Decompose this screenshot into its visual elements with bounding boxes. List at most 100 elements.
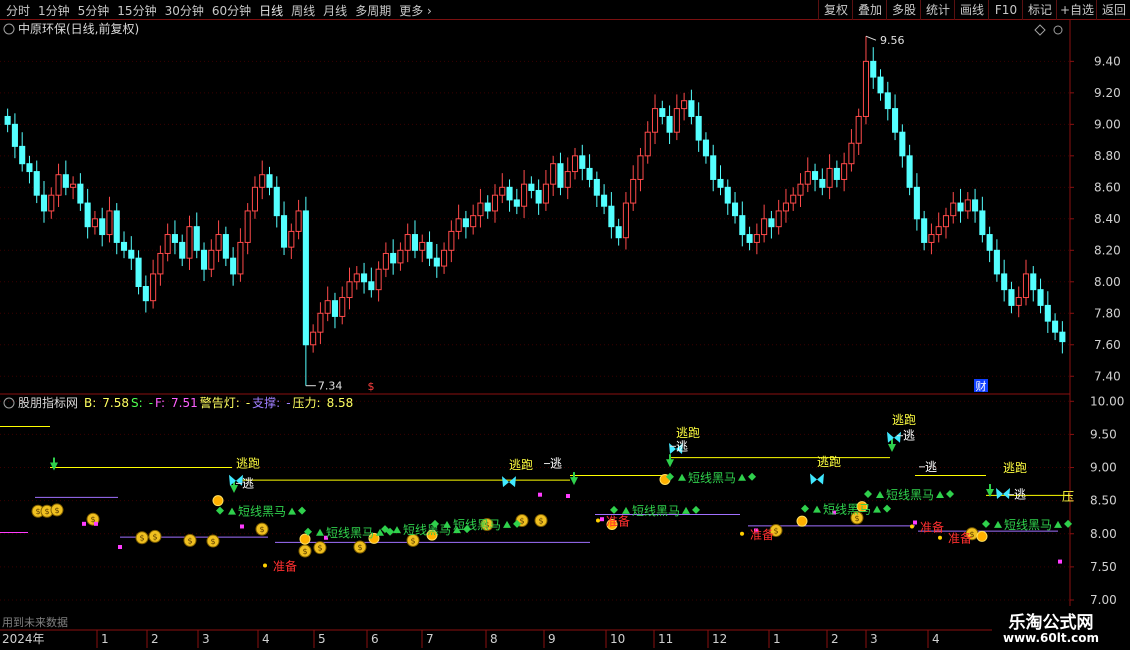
duanxian-heima-label: 短线黑马: [238, 505, 286, 519]
ind-y-tick-2: 9.00: [1090, 461, 1117, 475]
candle-body: [637, 155, 644, 180]
money-bag-symbol: $: [773, 526, 778, 535]
green-arrow-icon: [666, 459, 674, 468]
candle-body: [77, 183, 84, 204]
magenta-dot: [600, 517, 604, 522]
future-data-note: 用到未来数据: [2, 615, 68, 629]
main-chart-title: 中原环保(日线,前复权): [18, 21, 139, 36]
ind-s-label: S:: [131, 396, 143, 410]
candle-body: [237, 241, 244, 275]
magenta-dot: [566, 494, 570, 499]
candle-body: [797, 183, 804, 196]
money-bag-symbol: $: [44, 507, 49, 516]
butterfly-icon: [810, 473, 817, 485]
candle-body: [913, 186, 920, 220]
ind-warn-label: 警告灯:: [200, 395, 240, 410]
candle-body: [179, 241, 186, 259]
candle-body: [1001, 273, 1008, 291]
ind-s-value: -: [149, 396, 153, 410]
green-triangle-icon: [994, 520, 1002, 528]
main-y-tick-6: 8.20: [1094, 243, 1121, 257]
candle-body: [19, 145, 26, 165]
x-month-label-8: 9: [548, 632, 556, 646]
taopao-label: 逃跑: [1003, 461, 1027, 475]
green-triangle-icon: [813, 505, 821, 513]
magenta-dot: [913, 520, 917, 525]
candle-body: [761, 218, 768, 236]
candle-body: [666, 115, 673, 133]
butterfly-wing: [894, 431, 901, 443]
candle-body: [302, 210, 309, 346]
tao-label: 逃: [550, 457, 562, 471]
candle-body: [601, 194, 608, 207]
candle-body: [1008, 289, 1015, 306]
candle-body: [259, 174, 266, 188]
candle-body: [455, 218, 462, 232]
money-bag-symbol: $: [357, 543, 362, 552]
butterfly-wing: [1003, 488, 1010, 500]
gold-coin-icon: [976, 530, 988, 542]
candle-body: [266, 174, 273, 188]
magenta-dot: [240, 524, 244, 529]
candle-body: [622, 202, 629, 239]
candle-body: [244, 210, 251, 243]
candle-body: [411, 234, 419, 251]
ind-y-tick-1: 9.50: [1090, 427, 1117, 441]
candle-body: [273, 186, 280, 217]
zhunbei-label: 准备: [948, 532, 972, 546]
candle-body: [470, 215, 477, 228]
green-arrow-icon: [570, 477, 578, 486]
candle-body: [717, 178, 724, 188]
candle-body: [215, 234, 222, 251]
candle-body: [528, 183, 535, 191]
candle-body: [950, 202, 957, 217]
candle-body: [1059, 331, 1066, 343]
green-triangle-icon: [288, 507, 297, 515]
candle-body: [91, 218, 98, 228]
candle-body: [200, 249, 208, 270]
candle-body: [426, 241, 433, 259]
green-triangle-icon: [738, 473, 747, 481]
candle-body: [477, 202, 484, 217]
x-month-label-13: 2: [831, 632, 839, 646]
main-y-tick-4: 8.60: [1094, 180, 1121, 194]
main-y-tick-5: 8.40: [1094, 212, 1121, 226]
candle-body: [906, 155, 913, 188]
butterfly-wing: [509, 476, 516, 488]
candle-body: [317, 312, 324, 333]
taopao-label: 逃跑: [817, 455, 841, 469]
candle-body: [848, 142, 855, 165]
candle-body: [55, 174, 62, 196]
main-y-tick-3: 8.80: [1094, 149, 1121, 163]
watermark-name: 乐淘公式网: [1008, 613, 1094, 633]
x-year-label: 2024年: [2, 632, 45, 646]
ind-pressure-value: 8.58: [327, 396, 354, 410]
money-bag-symbol: $: [259, 525, 264, 534]
candle-body: [1015, 297, 1022, 306]
candle-body: [892, 108, 899, 133]
marker-s: $: [368, 380, 375, 393]
watermark: 乐淘公式网 www.60lt.com: [992, 606, 1130, 650]
candle-body: [193, 226, 200, 251]
ind-collapse-icon: [3, 397, 15, 409]
green-diamond-icon: [748, 472, 757, 481]
butterfly-icon: [502, 476, 509, 488]
money-bag-symbol: $: [187, 536, 192, 545]
candle-body: [513, 199, 520, 207]
candle-body: [462, 218, 469, 228]
green-triangle-icon: [393, 526, 401, 534]
candle-body: [535, 189, 542, 204]
candle-body: [935, 226, 942, 236]
magenta-dot: [1058, 559, 1062, 564]
candle-body: [26, 163, 33, 173]
candle-body: [972, 199, 979, 212]
duanxian-heima-label: 短线黑马: [632, 504, 680, 518]
candle-body: [659, 108, 666, 117]
green-triangle-icon: [228, 507, 236, 515]
gold-coin-icon: [212, 495, 224, 507]
taopao-label: 逃跑: [892, 413, 916, 427]
candle-body: [862, 60, 870, 117]
candle-body: [957, 202, 964, 212]
candle-body: [608, 205, 615, 228]
main-collapse-icon: [3, 23, 15, 35]
